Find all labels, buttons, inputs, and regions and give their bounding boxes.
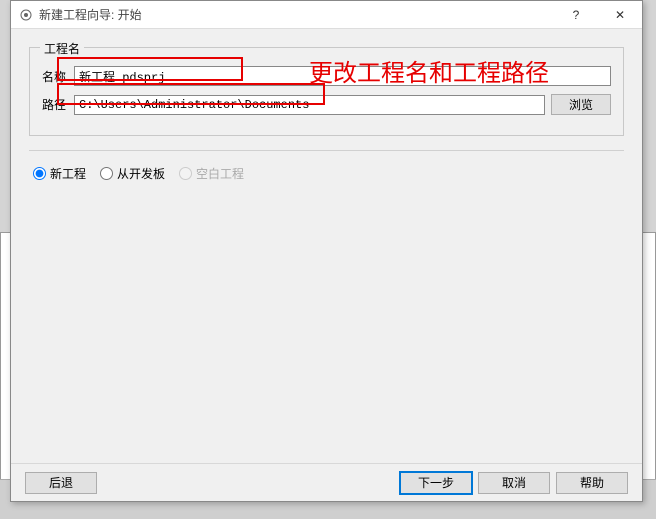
help-button-bottom[interactable]: 帮助 [556,472,628,494]
browse-button[interactable]: 浏览 [551,94,611,115]
title-controls: ? ✕ [554,1,642,28]
back-button[interactable]: 后退 [25,472,97,494]
divider [29,150,624,151]
path-row: 路径 浏览 [42,94,611,115]
close-button[interactable]: ✕ [598,1,642,28]
radio-blank-project: 空白工程 [179,165,244,182]
project-name-group: 工程名 名称 路径 浏览 [29,47,624,136]
radio-from-board-label: 从开发板 [117,165,165,182]
path-label: 路径 [42,96,68,113]
app-icon [19,8,33,22]
project-name-input[interactable] [74,66,611,86]
radio-blank-project-label: 空白工程 [196,165,244,182]
wizard-dialog: 新建工程向导: 开始 ? ✕ 工程名 名称 路径 浏览 新工程 [10,0,643,502]
radio-new-project[interactable]: 新工程 [33,165,86,182]
radio-from-board-input[interactable] [100,167,113,180]
help-button[interactable]: ? [554,1,598,28]
close-icon: ✕ [615,8,625,22]
button-bar: 后退 下一步 取消 帮助 [11,463,642,501]
project-path-input[interactable] [74,95,545,115]
groupbox-title: 工程名 [40,40,84,57]
help-icon: ? [573,8,580,22]
dialog-content: 工程名 名称 路径 浏览 新工程 从开发板 空白工程 [11,29,642,463]
name-label: 名称 [42,68,68,85]
radio-new-project-label: 新工程 [50,165,86,182]
next-button[interactable]: 下一步 [400,472,472,494]
radio-from-board[interactable]: 从开发板 [100,165,165,182]
name-row: 名称 [42,66,611,86]
radio-new-project-input[interactable] [33,167,46,180]
radio-blank-project-input [179,167,192,180]
titlebar: 新建工程向导: 开始 ? ✕ [11,1,642,29]
project-type-radios: 新工程 从开发板 空白工程 [29,159,624,188]
cancel-button[interactable]: 取消 [478,472,550,494]
window-title: 新建工程向导: 开始 [39,6,554,23]
